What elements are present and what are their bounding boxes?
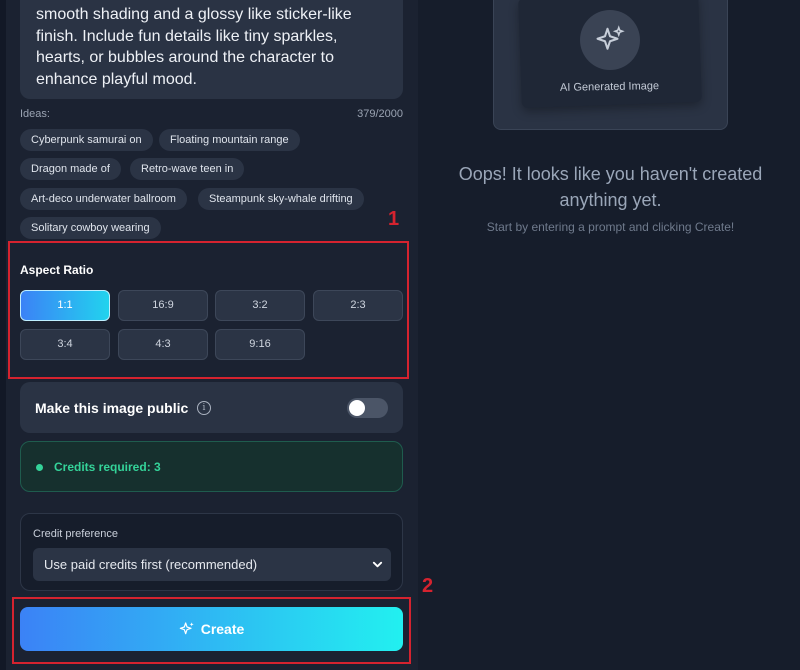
idea-chip[interactable]: Solitary cowboy wearing [20, 217, 161, 239]
credits-required: Credits required: 3 [54, 460, 161, 474]
empty-state-title: Oops! It looks like you haven't created … [458, 164, 763, 210]
status-dot-icon [36, 464, 43, 471]
idea-chip[interactable]: Floating mountain range [159, 129, 300, 151]
public-toggle-row: Make this image public i [20, 382, 403, 433]
chevron-down-icon [372, 561, 383, 568]
annotation-marker-1: 1 [388, 208, 400, 230]
character-count: 379/2000 [357, 108, 403, 120]
credit-preference-section: Credit preference Use paid credits first… [20, 513, 403, 591]
idea-chip[interactable]: Art-deco underwater ballroom [20, 188, 187, 210]
ideas-label: Ideas: [20, 108, 50, 120]
prompt-text: smooth shading and a glossy like sticker… [36, 6, 352, 88]
prompt-input[interactable]: smooth shading and a glossy like sticker… [20, 0, 403, 99]
credit-preference-label: Credit preference [33, 528, 118, 540]
preview-card: AI Generated Image [493, 0, 728, 130]
sparkle-icon [596, 25, 625, 50]
annotation-marker-2: 2 [422, 575, 434, 597]
annotation-box-1 [8, 241, 409, 379]
idea-chip[interactable]: Cyberpunk samurai on [20, 129, 153, 151]
idea-chip[interactable]: Retro-wave teen in [130, 158, 245, 180]
toggle-knob [349, 400, 365, 416]
sparkle-badge [580, 10, 640, 70]
info-icon[interactable]: i [197, 401, 211, 415]
credit-preference-value: Use paid credits first (recommended) [44, 557, 258, 572]
preview-caption: AI Generated Image [559, 80, 660, 94]
public-toggle[interactable] [347, 398, 388, 418]
idea-chip[interactable]: Dragon made of [20, 158, 121, 180]
credit-preference-select[interactable]: Use paid credits first (recommended) [33, 548, 391, 581]
annotation-box-2 [12, 597, 411, 664]
idea-chip[interactable]: Steampunk sky-whale drifting [198, 188, 364, 210]
public-label: Make this image public [35, 400, 189, 416]
credits-box: Credits required: 3 [20, 441, 403, 492]
empty-state-subtitle: Start by entering a prompt and clicking … [486, 220, 735, 234]
